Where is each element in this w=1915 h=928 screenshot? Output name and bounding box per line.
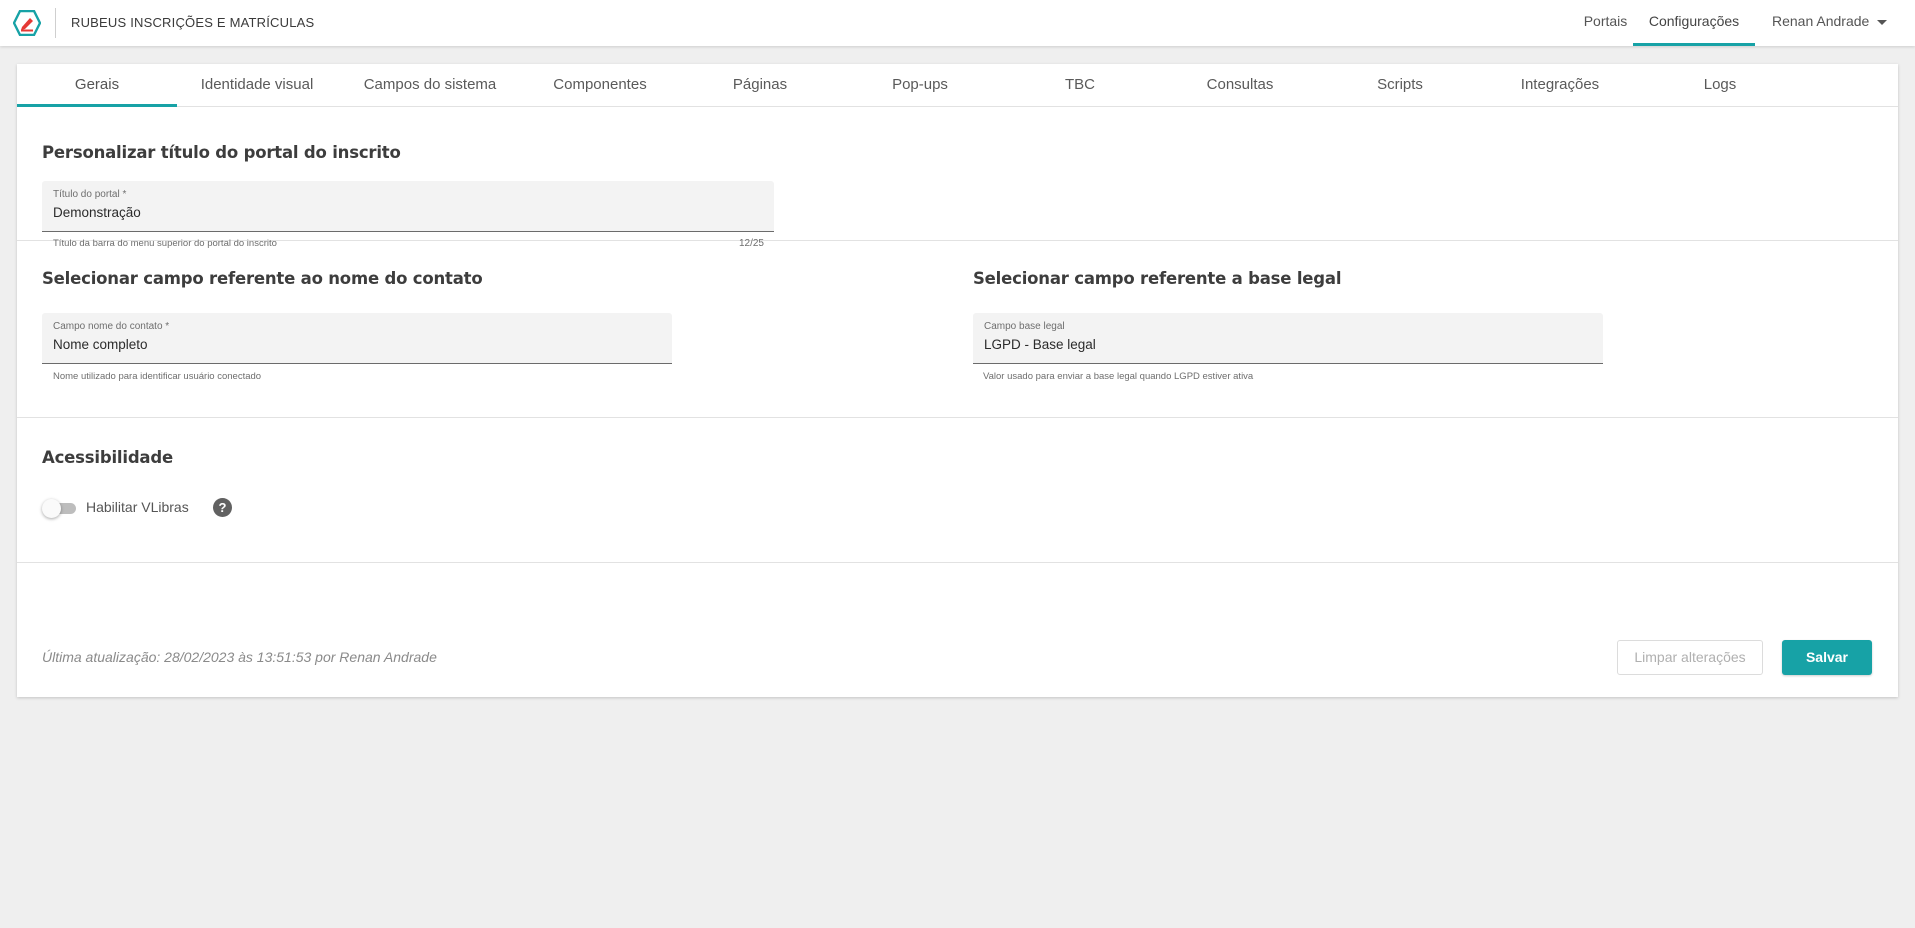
tab-bar: Gerais Identidade visual Campos do siste… [17, 64, 1898, 107]
field-selection-section: Selecionar campo referente ao nome do co… [17, 241, 1898, 418]
user-name: Renan Andrade [1772, 13, 1870, 29]
tab-integracoes[interactable]: Integrações [1480, 64, 1640, 107]
field-value: Demonstração [53, 205, 141, 220]
help-icon[interactable]: ? [213, 498, 232, 517]
tab-identidade-visual[interactable]: Identidade visual [177, 64, 337, 107]
tab-componentes[interactable]: Componentes [520, 64, 680, 107]
section-title: Personalizar título do portal do inscrit… [42, 143, 401, 162]
portal-title-field[interactable]: Título do portal * Demonstração [42, 181, 774, 232]
field-label: Campo base legal [984, 321, 1065, 332]
topbar-divider [55, 8, 56, 38]
user-menu[interactable]: Renan Andrade [1770, 0, 1900, 46]
field-hint: Valor usado para enviar a base legal qua… [983, 371, 1254, 382]
card-footer: Última atualização: 28/02/2023 às 13:51:… [17, 622, 1898, 697]
tab-scripts[interactable]: Scripts [1320, 64, 1480, 107]
tab-logs[interactable]: Logs [1640, 64, 1800, 107]
tab-consultas[interactable]: Consultas [1160, 64, 1320, 107]
field-value: Nome completo [53, 337, 148, 352]
nav-portais[interactable]: Portais [1572, 0, 1639, 46]
vlibras-toggle[interactable] [42, 498, 78, 518]
tab-tbc[interactable]: TBC [1000, 64, 1160, 107]
accessibility-section: Acessibilidade Habilitar VLibras ? [17, 418, 1898, 563]
vlibras-toggle-label[interactable]: Habilitar VLibras [86, 499, 189, 515]
field-hint: Nome utilizado para identificar usuário … [53, 371, 262, 382]
save-button[interactable]: Salvar [1782, 640, 1872, 675]
tab-pop-ups[interactable]: Pop-ups [840, 64, 1000, 107]
tab-gerais[interactable]: Gerais [17, 64, 177, 107]
legal-basis-select[interactable]: Campo base legal LGPD - Base legal [973, 313, 1603, 364]
field-label: Título do portal * [53, 189, 127, 200]
contact-name-select[interactable]: Campo nome do contato * Nome completo [42, 313, 672, 364]
toggle-thumb [42, 499, 61, 518]
app-title: RUBEUS INSCRIÇÕES E MATRÍCULAS [71, 15, 315, 30]
section-title: Selecionar campo referente a base legal [973, 269, 1342, 288]
rubeus-logo-icon[interactable] [13, 10, 41, 36]
last-update-text: Última atualização: 28/02/2023 às 13:51:… [42, 649, 437, 665]
tab-campos-do-sistema[interactable]: Campos do sistema [350, 64, 510, 107]
field-label: Campo nome do contato * [53, 321, 170, 332]
portal-title-section: Personalizar título do portal do inscrit… [17, 108, 1898, 249]
chevron-down-icon [1877, 19, 1888, 25]
tab-paginas[interactable]: Páginas [680, 64, 840, 107]
top-bar: RUBEUS INSCRIÇÕES E MATRÍCULAS Portais C… [0, 0, 1915, 46]
nav-configuracoes[interactable]: Configurações [1633, 0, 1755, 46]
settings-card: Gerais Identidade visual Campos do siste… [17, 64, 1898, 697]
section-title: Selecionar campo referente ao nome do co… [42, 269, 483, 288]
field-value: LGPD - Base legal [984, 337, 1096, 352]
section-title: Acessibilidade [42, 448, 173, 467]
clear-changes-button[interactable]: Limpar alterações [1617, 640, 1763, 675]
